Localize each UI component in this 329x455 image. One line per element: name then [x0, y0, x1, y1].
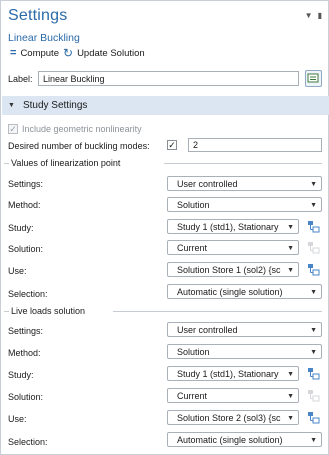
select-value: Study 1 (std1), Stationary: [177, 222, 279, 232]
live-solution-select[interactable]: Current ▼: [167, 388, 299, 403]
label-input[interactable]: [38, 71, 299, 86]
live-method-label: Method:: [8, 348, 41, 358]
live-use-select[interactable]: Solution Store 2 (sol3) {sc ▼: [167, 410, 299, 425]
lin-study-label: Study:: [8, 223, 34, 233]
lin-use-label: Use:: [8, 266, 27, 276]
buckling-modes-label: Desired number of buckling modes:: [8, 141, 150, 151]
chevron-down-icon: ▼: [287, 371, 294, 378]
collapse-triangle-icon: ▼: [8, 102, 15, 109]
lin-settings-label: Settings:: [8, 179, 44, 189]
live-solution-label: Solution:: [8, 392, 44, 402]
go-to-use-button[interactable]: [306, 410, 320, 424]
group-divider: [113, 311, 322, 312]
select-value: Solution Store 1 (sol2) {sc: [177, 265, 281, 275]
compute-button[interactable]: = Compute: [10, 46, 59, 59]
group-divider: [4, 163, 9, 164]
lin-settings-select[interactable]: User controlled ▼: [167, 176, 322, 191]
select-value: User controlled: [177, 179, 238, 189]
include-nonlinearity-label: Include geometric nonlinearity: [22, 124, 142, 134]
go-to-source-icon: [307, 367, 319, 379]
include-nonlinearity-checkbox[interactable]: ✓: [8, 124, 18, 134]
live-loads-group-title: Live loads solution: [11, 306, 86, 316]
go-to-source-icon: [307, 389, 319, 401]
chevron-down-icon[interactable]: ▼: [305, 11, 313, 20]
chevron-down-icon: ▼: [310, 327, 317, 334]
lin-use-select[interactable]: Solution Store 1 (sol2) {sc ▼: [167, 262, 299, 277]
reset-label-button[interactable]: [305, 70, 322, 87]
update-solution-button[interactable]: ↻ Update Solution: [63, 46, 145, 60]
go-to-source-icon: [307, 241, 319, 253]
group-divider: [4, 311, 9, 312]
include-nonlinearity-row: ✓ Include geometric nonlinearity: [8, 124, 142, 134]
go-to-use-button[interactable]: [306, 262, 320, 276]
lin-selection-label: Selection:: [8, 289, 48, 299]
select-value: Solution: [177, 200, 210, 210]
refresh-icon: ↻: [63, 46, 74, 60]
live-settings-label: Settings:: [8, 326, 44, 336]
compute-label: Compute: [20, 47, 59, 59]
go-to-study-button[interactable]: [306, 366, 320, 380]
lin-study-select[interactable]: Study 1 (std1), Stationary ▼: [167, 219, 299, 234]
linearization-group-title: Values of linearization point: [11, 158, 121, 168]
go-to-source-icon: [307, 411, 319, 423]
live-use-label: Use:: [8, 414, 27, 424]
live-selection-select[interactable]: Automatic (single solution) ▼: [167, 432, 322, 447]
live-method-select[interactable]: Solution ▼: [167, 344, 322, 359]
label-reset-icon: [307, 73, 319, 83]
go-to-source-icon: [307, 220, 319, 232]
go-to-solution-button[interactable]: [306, 388, 320, 402]
lin-method-select[interactable]: Solution ▼: [167, 197, 322, 212]
go-to-source-icon: [307, 263, 319, 275]
group-divider: [164, 163, 322, 164]
select-value: Solution Store 2 (sol3) {sc: [177, 413, 281, 423]
lin-method-label: Method:: [8, 200, 41, 210]
node-subtitle: Linear Buckling: [8, 32, 80, 44]
chevron-down-icon: ▼: [310, 437, 317, 444]
chevron-down-icon: ▼: [287, 245, 294, 252]
select-value: Study 1 (std1), Stationary: [177, 369, 279, 379]
chevron-down-icon: ▼: [287, 393, 294, 400]
page-title: Settings: [8, 7, 68, 24]
chevron-down-icon: ▼: [310, 202, 317, 209]
select-value: Current: [177, 243, 208, 253]
live-selection-label: Selection:: [8, 437, 48, 447]
update-solution-label: Update Solution: [77, 47, 145, 59]
live-settings-select[interactable]: User controlled ▼: [167, 322, 322, 337]
select-value: Solution: [177, 347, 210, 357]
select-value: Automatic (single solution): [177, 287, 283, 297]
study-settings-section[interactable]: ▼ Study Settings: [2, 96, 329, 115]
live-study-select[interactable]: Study 1 (std1), Stationary ▼: [167, 366, 299, 381]
section-title: Study Settings: [22, 100, 88, 111]
pin-icon[interactable]: ▮: [318, 11, 322, 20]
lin-solution-select[interactable]: Current ▼: [167, 240, 299, 255]
chevron-down-icon: ▼: [310, 289, 317, 296]
go-to-study-button[interactable]: [306, 219, 320, 233]
lin-solution-label: Solution:: [8, 244, 44, 254]
chevron-down-icon: ▼: [310, 349, 317, 356]
buckling-modes-input[interactable]: [188, 138, 322, 152]
select-value: User controlled: [177, 325, 238, 335]
label-caption: Label:: [8, 74, 33, 84]
toolbar: = Compute ↻ Update Solution: [10, 46, 145, 60]
header-controls: ▼ ▮: [305, 11, 322, 20]
settings-panel: Settings ▼ ▮ Linear Buckling = Compute ↻…: [0, 0, 329, 455]
go-to-solution-button[interactable]: [306, 240, 320, 254]
buckling-modes-checkbox[interactable]: ✓: [167, 140, 177, 150]
select-value: Automatic (single solution): [177, 435, 283, 445]
select-value: Current: [177, 391, 208, 401]
compute-icon: =: [10, 46, 17, 59]
chevron-down-icon: ▼: [287, 267, 294, 274]
chevron-down-icon: ▼: [287, 415, 294, 422]
chevron-down-icon: ▼: [287, 224, 294, 231]
live-study-label: Study:: [8, 370, 34, 380]
lin-selection-select[interactable]: Automatic (single solution) ▼: [167, 284, 322, 299]
chevron-down-icon: ▼: [310, 181, 317, 188]
